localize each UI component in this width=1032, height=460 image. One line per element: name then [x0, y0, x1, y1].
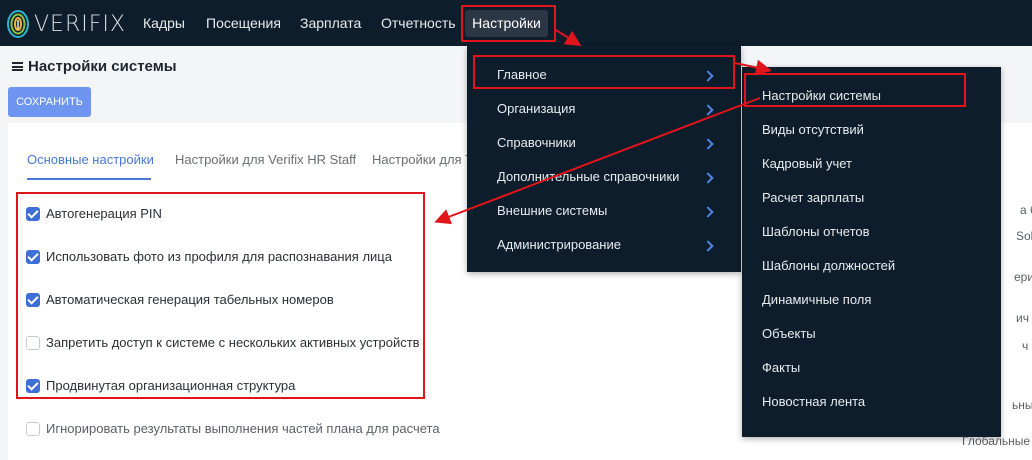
- active-tab-indicator: [27, 178, 151, 180]
- highlight-box-nastroyki-sistemy: [744, 73, 966, 107]
- right-fragment: ич: [1016, 311, 1029, 325]
- nav-item-zarplata[interactable]: Зарплата: [300, 15, 361, 31]
- menu-item-spravochniki[interactable]: Справочники: [497, 135, 576, 150]
- nav-item-kadry[interactable]: Кадры: [143, 15, 185, 31]
- right-fragment: ч: [1022, 339, 1029, 353]
- nav-item-otchetnost[interactable]: Отчетность: [381, 15, 456, 31]
- nav-item-poseshcheniya[interactable]: Посещения: [206, 15, 281, 31]
- submenu-item-obekty[interactable]: Объекты: [762, 326, 816, 341]
- right-fragment: Solo: [1016, 229, 1032, 243]
- right-fragment: ери: [1014, 270, 1032, 284]
- submenu-item-vidy-otsutstviy[interactable]: Виды отсутствий: [762, 122, 864, 137]
- right-fragment: а бе: [1020, 203, 1032, 217]
- page-title-text: Настройки системы: [28, 58, 177, 75]
- submenu-item-shablony-dolzhnostey[interactable]: Шаблоны должностей: [762, 258, 895, 273]
- menu-item-administrirovanie[interactable]: Администрирование: [497, 237, 621, 252]
- logo-text: VERIFIX: [34, 11, 126, 37]
- tab-hr-staff-settings[interactable]: Настройки для Verifix HR Staff: [175, 152, 356, 167]
- tab-settings-t[interactable]: Настройки для T: [372, 152, 473, 167]
- page-title: Настройки системы: [12, 58, 177, 75]
- menu-icon[interactable]: [12, 62, 23, 71]
- tab-main-settings[interactable]: Основные настройки: [27, 152, 154, 167]
- submenu-item-fakty[interactable]: Факты: [762, 360, 800, 375]
- verifix-logo[interactable]: VERIFIX: [6, 9, 126, 39]
- fingerprint-icon: [7, 10, 29, 38]
- submenu-item-kadrovyy-uchet[interactable]: Кадровый учет: [762, 156, 852, 171]
- menu-item-organizatsiya[interactable]: Организация: [497, 101, 575, 116]
- setting-ignore-plan-parts[interactable]: Игнорировать результаты выполнения часте…: [26, 421, 440, 436]
- submenu-item-shablony-otchetov[interactable]: Шаблоны отчетов: [762, 224, 870, 239]
- submenu-item-novostnaya-lenta[interactable]: Новостная лента: [762, 394, 865, 409]
- menu-item-dop-spravochniki[interactable]: Дополнительные справочники: [497, 169, 679, 184]
- right-fragment: ьны: [1012, 398, 1032, 412]
- checkbox-unchecked[interactable]: [26, 421, 40, 436]
- highlight-box-glavnoe: [473, 55, 735, 89]
- highlight-box-nav: [461, 5, 556, 42]
- submenu-item-dinamichnye-polya[interactable]: Динамичные поля: [762, 292, 871, 307]
- highlight-box-settings: [16, 192, 425, 399]
- menu-item-vneshnie-sistemy[interactable]: Внешние системы: [497, 203, 607, 218]
- save-button[interactable]: СОХРАНИТЬ: [8, 87, 91, 117]
- submenu-item-raschet-zarplaty[interactable]: Расчет зарплаты: [762, 190, 864, 205]
- setting-label: Игнорировать результаты выполнения часте…: [46, 421, 440, 436]
